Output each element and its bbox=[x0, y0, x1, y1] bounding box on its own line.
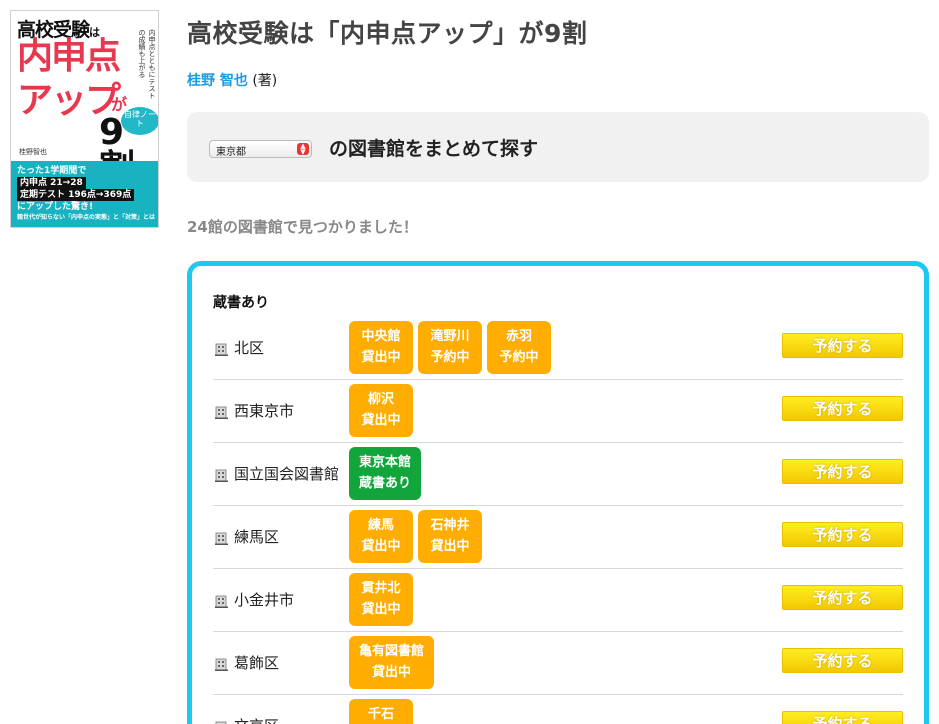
reserve-button[interactable]: 予約する bbox=[782, 333, 903, 358]
prefecture-select-value: 東京都 bbox=[216, 147, 246, 158]
branch-status-badge[interactable]: 中央館 貸出中 bbox=[349, 321, 413, 374]
cover-author: 桂野智也 bbox=[19, 148, 47, 156]
branch-name: 滝野川 bbox=[430, 329, 470, 344]
library-building-icon bbox=[215, 467, 228, 482]
branch-name: 千石 bbox=[367, 707, 394, 722]
library-row: 西東京市 柳沢貸出中 予約する bbox=[213, 380, 903, 443]
branch-status: 貸出中 bbox=[372, 665, 412, 680]
library-building-icon bbox=[215, 530, 228, 545]
branch-badges: 千石貸出中 bbox=[349, 699, 413, 724]
branch-status-badge[interactable]: 東京本館 蔵書あり bbox=[349, 447, 422, 500]
branch-name: 練馬 bbox=[367, 518, 394, 533]
library-row: 練馬区 練馬 貸出中 石神井 貸出中 予約する bbox=[213, 506, 903, 569]
branch-status-badge[interactable]: 貫井北 貸出中 bbox=[349, 573, 413, 626]
reserve-button[interactable]: 予約する bbox=[782, 585, 903, 610]
library-name[interactable]: 西東京市 bbox=[234, 400, 294, 421]
library-row: 小金井市 貫井北貸出中 予約する bbox=[213, 569, 903, 632]
branch-status-badge[interactable]: 千石貸出中 bbox=[349, 699, 413, 724]
branch-status-badge[interactable]: 練馬 貸出中 bbox=[349, 510, 413, 563]
library-name[interactable]: 文京区 bbox=[234, 715, 279, 724]
branch-status-badge[interactable]: 柳沢 貸出中 bbox=[349, 384, 413, 437]
library-name[interactable]: 小金井市 bbox=[234, 589, 294, 610]
branch-status: 貸出中 bbox=[361, 539, 401, 554]
cover-band-line4: にアップした驚き! bbox=[17, 202, 94, 213]
reserve-button[interactable]: 予約する bbox=[782, 648, 903, 673]
branch-name: 柳沢 bbox=[367, 392, 394, 407]
select-arrows-icon: ▲ ▼ bbox=[297, 143, 309, 156]
branch-badges: 柳沢 貸出中 bbox=[349, 384, 413, 437]
library-name[interactable]: 国立国会図書館 bbox=[234, 463, 339, 484]
library-row: 文京区 千石貸出中 予約する bbox=[213, 695, 903, 724]
branch-name: 貫井北 bbox=[361, 581, 401, 596]
author-role: (著) bbox=[252, 73, 278, 89]
library-building-icon bbox=[215, 593, 228, 608]
library-name[interactable]: 北区 bbox=[234, 337, 264, 358]
library-building-icon bbox=[215, 656, 228, 671]
branch-badges: 練馬 貸出中 石神井 貸出中 bbox=[349, 510, 482, 563]
library-row: 葛飾区 亀有図書館貸出中 予約する bbox=[213, 632, 903, 695]
branch-badges: 亀有図書館 貸出中 bbox=[349, 636, 435, 689]
branch-badges: 東京本館 蔵書あり bbox=[349, 447, 422, 500]
branch-status: 貸出中 bbox=[430, 539, 470, 554]
reserve-button[interactable]: 予約する bbox=[782, 711, 903, 724]
branch-status: 貸出中 bbox=[361, 602, 401, 617]
library-row: 国立国会図書館 東京本館 蔵書あり 予約する bbox=[213, 443, 903, 506]
branch-name: 赤羽 bbox=[505, 329, 532, 344]
library-building-icon bbox=[215, 404, 228, 419]
book-title: 高校受験は「内申点アップ」が9割 bbox=[187, 19, 588, 48]
reserve-button[interactable]: 予約する bbox=[782, 522, 903, 547]
library-name[interactable]: 練馬区 bbox=[234, 526, 279, 547]
branch-name: 亀有図書館 bbox=[359, 644, 425, 659]
found-count-text: 24館の図書館で見つかりました！ bbox=[187, 218, 418, 236]
reserve-button[interactable]: 予約する bbox=[782, 396, 903, 421]
region-search-box: 東京都 ▲ ▼ の図書館をまとめて探す bbox=[187, 112, 929, 182]
library-building-icon bbox=[215, 341, 228, 356]
branch-badges: 中央館 貸出中 滝野川 予約中 赤羽 予約中 bbox=[349, 321, 551, 374]
prefecture-select[interactable]: 東京都 ▲ ▼ bbox=[209, 140, 312, 158]
branch-status: 予約中 bbox=[499, 350, 539, 365]
branch-status-badge[interactable]: 亀有図書館 貸出中 bbox=[349, 636, 435, 689]
library-results-panel: 蔵書あり 北区 中央館 貸出中 滝野川 予約中 赤羽 予約中 予約する 西東京市 柳沢 貸出中 予約す… bbox=[187, 261, 929, 724]
cover-band: たった1学期間で 内申点 21→28 定期テスト 196点→369点 にアップし… bbox=[11, 161, 158, 227]
branch-name: 石神井 bbox=[430, 518, 470, 533]
reserve-button[interactable]: 予約する bbox=[782, 459, 903, 484]
branch-status-badge[interactable]: 石神井 貸出中 bbox=[418, 510, 482, 563]
branch-name: 東京本館 bbox=[359, 455, 412, 470]
branch-status-badge[interactable]: 赤羽 予約中 bbox=[487, 321, 551, 374]
region-search-label: の図書館をまとめて探す bbox=[329, 138, 539, 160]
library-row: 北区 中央館 貸出中 滝野川 予約中 赤羽 予約中 予約する bbox=[213, 317, 903, 380]
branch-badges: 貫井北 貸出中 bbox=[349, 573, 413, 626]
cover-band-line3: 定期テスト 196点→369点 bbox=[17, 189, 135, 202]
branch-status: 貸出中 bbox=[361, 413, 401, 428]
branch-name: 中央館 bbox=[361, 329, 401, 344]
cover-bubble: 自律ノート bbox=[121, 107, 158, 135]
cover-band-line2: 内申点 21→28 bbox=[17, 177, 86, 190]
cover-big-line1: 内申点 bbox=[17, 36, 121, 77]
branch-status: 蔵書あり bbox=[359, 476, 412, 491]
author-line: 桂野 智也 (著) bbox=[187, 70, 277, 90]
branch-status: 貸出中 bbox=[361, 350, 401, 365]
section-heading-available: 蔵書あり bbox=[213, 295, 269, 311]
cover-vertical-text: 内申点とともにテストの成績も上がる bbox=[138, 29, 156, 99]
library-building-icon bbox=[215, 719, 228, 724]
book-cover-image[interactable]: 高校受験は 内申点 アップ が 9割 自律ノート 内申点とともにテストの成績も上… bbox=[10, 10, 159, 228]
cover-band-line1: たった1学期間で bbox=[17, 166, 87, 176]
branch-status-badge[interactable]: 滝野川 予約中 bbox=[418, 321, 482, 374]
cover-band-line5: 親世代が知らない「内申点の実態」と「対策」とは bbox=[17, 213, 156, 221]
author-link[interactable]: 桂野 智也 bbox=[187, 73, 248, 89]
library-name[interactable]: 葛飾区 bbox=[234, 652, 279, 673]
branch-status: 予約中 bbox=[430, 350, 470, 365]
